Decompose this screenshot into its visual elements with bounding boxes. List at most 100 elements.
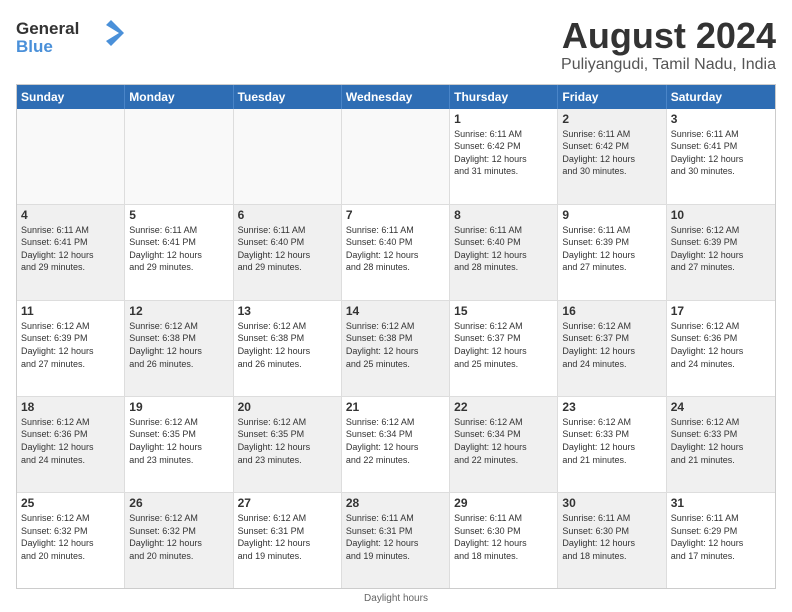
logo: General Blue <box>16 16 126 60</box>
day-info-8: Sunrise: 6:11 AMSunset: 6:40 PMDaylight:… <box>454 224 553 274</box>
cal-cell-2-2: 13 Sunrise: 6:12 AMSunset: 6:38 PMDayligh… <box>234 301 342 396</box>
day-number-29: 29 <box>454 496 553 510</box>
cal-cell-0-6: 3 Sunrise: 6:11 AMSunset: 6:41 PMDaylight… <box>667 109 775 204</box>
day-info-7: Sunrise: 6:11 AMSunset: 6:40 PMDaylight:… <box>346 224 445 274</box>
day-info-29: Sunrise: 6:11 AMSunset: 6:30 PMDaylight:… <box>454 512 553 562</box>
day-number-14: 14 <box>346 304 445 318</box>
header: General Blue August 2024 Puliyangudi, Ta… <box>16 16 776 74</box>
day-info-16: Sunrise: 6:12 AMSunset: 6:37 PMDaylight:… <box>562 320 661 370</box>
day-info-1: Sunrise: 6:11 AMSunset: 6:42 PMDaylight:… <box>454 128 553 178</box>
cal-cell-3-3: 21 Sunrise: 6:12 AMSunset: 6:34 PMDayligh… <box>342 397 450 492</box>
day-number-19: 19 <box>129 400 228 414</box>
cal-cell-3-1: 19Sunrise: 6:12 AMSunset: 6:35 PMDayligh… <box>125 397 233 492</box>
day-info-21: Sunrise: 6:12 AMSunset: 6:34 PMDaylight:… <box>346 416 445 466</box>
day-info-12: Sunrise: 6:12 AMSunset: 6:38 PMDaylight:… <box>129 320 228 370</box>
cal-cell-4-0: 25 Sunrise: 6:12 AMSunset: 6:32 PMDayligh… <box>17 493 125 588</box>
cal-cell-0-2 <box>234 109 342 204</box>
header-cell-tuesday: Tuesday <box>234 85 342 109</box>
cal-cell-4-2: 27 Sunrise: 6:12 AMSunset: 6:31 PMDayligh… <box>234 493 342 588</box>
subtitle: Puliyangudi, Tamil Nadu, India <box>561 56 776 74</box>
footer-note: Daylight hours <box>16 589 776 604</box>
day-info-18: Sunrise: 6:12 AMSunset: 6:36 PMDaylight:… <box>21 416 120 466</box>
day-number-27: 27 <box>238 496 337 510</box>
calendar: SundayMondayTuesdayWednesdayThursdayFrid… <box>16 84 776 589</box>
day-number-22: 22 <box>454 400 553 414</box>
day-number-18: 18 <box>21 400 120 414</box>
day-info-30: Sunrise: 6:11 AMSunset: 6:30 PMDaylight:… <box>562 512 661 562</box>
day-number-21: 21 <box>346 400 445 414</box>
day-info-9: Sunrise: 6:11 AMSunset: 6:39 PMDaylight:… <box>562 224 661 274</box>
svg-text:Blue: Blue <box>16 37 53 56</box>
day-number-3: 3 <box>671 112 771 126</box>
day-info-13: Sunrise: 6:12 AMSunset: 6:38 PMDaylight:… <box>238 320 337 370</box>
cal-cell-1-2: 6 Sunrise: 6:11 AMSunset: 6:40 PMDaylight… <box>234 205 342 300</box>
day-info-26: Sunrise: 6:12 AMSunset: 6:32 PMDaylight:… <box>129 512 228 562</box>
day-number-8: 8 <box>454 208 553 222</box>
day-info-10: Sunrise: 6:12 AMSunset: 6:39 PMDaylight:… <box>671 224 771 274</box>
cal-cell-1-1: 5 Sunrise: 6:11 AMSunset: 6:41 PMDaylight… <box>125 205 233 300</box>
day-info-2: Sunrise: 6:11 AMSunset: 6:42 PMDaylight:… <box>562 128 661 178</box>
day-info-22: Sunrise: 6:12 AMSunset: 6:34 PMDaylight:… <box>454 416 553 466</box>
day-info-6: Sunrise: 6:11 AMSunset: 6:40 PMDaylight:… <box>238 224 337 274</box>
cal-cell-0-3 <box>342 109 450 204</box>
main-title: August 2024 <box>561 16 776 56</box>
cal-cell-2-3: 14 Sunrise: 6:12 AMSunset: 6:38 PMDayligh… <box>342 301 450 396</box>
day-info-28: Sunrise: 6:11 AMSunset: 6:31 PMDaylight:… <box>346 512 445 562</box>
header-cell-thursday: Thursday <box>450 85 558 109</box>
svg-text:General: General <box>16 19 79 38</box>
day-number-24: 24 <box>671 400 771 414</box>
cal-cell-1-0: 4Sunrise: 6:11 AMSunset: 6:41 PMDaylight… <box>17 205 125 300</box>
day-number-11: 11 <box>21 304 120 318</box>
cal-cell-4-6: 31 Sunrise: 6:11 AMSunset: 6:29 PMDayligh… <box>667 493 775 588</box>
cal-cell-4-1: 26 Sunrise: 6:12 AMSunset: 6:32 PMDayligh… <box>125 493 233 588</box>
day-info-20: Sunrise: 6:12 AMSunset: 6:35 PMDaylight:… <box>238 416 337 466</box>
day-info-27: Sunrise: 6:12 AMSunset: 6:31 PMDaylight:… <box>238 512 337 562</box>
day-info-11: Sunrise: 6:12 AMSunset: 6:39 PMDaylight:… <box>21 320 120 370</box>
day-info-15: Sunrise: 6:12 AMSunset: 6:37 PMDaylight:… <box>454 320 553 370</box>
day-number-16: 16 <box>562 304 661 318</box>
cal-cell-0-5: 2 Sunrise: 6:11 AMSunset: 6:42 PMDaylight… <box>558 109 666 204</box>
logo-svg: General Blue <box>16 16 126 60</box>
logo-image: General Blue <box>16 16 126 60</box>
day-number-15: 15 <box>454 304 553 318</box>
cal-cell-4-3: 28Sunrise: 6:11 AMSunset: 6:31 PMDayligh… <box>342 493 450 588</box>
day-number-13: 13 <box>238 304 337 318</box>
calendar-header: SundayMondayTuesdayWednesdayThursdayFrid… <box>17 85 775 109</box>
day-number-5: 5 <box>129 208 228 222</box>
cal-cell-4-4: 29 Sunrise: 6:11 AMSunset: 6:30 PMDayligh… <box>450 493 558 588</box>
day-number-1: 1 <box>454 112 553 126</box>
cal-cell-1-4: 8 Sunrise: 6:11 AMSunset: 6:40 PMDaylight… <box>450 205 558 300</box>
day-info-3: Sunrise: 6:11 AMSunset: 6:41 PMDaylight:… <box>671 128 771 178</box>
cal-cell-2-1: 12 Sunrise: 6:12 AMSunset: 6:38 PMDayligh… <box>125 301 233 396</box>
day-info-17: Sunrise: 6:12 AMSunset: 6:36 PMDaylight:… <box>671 320 771 370</box>
day-number-4: 4 <box>21 208 120 222</box>
day-number-17: 17 <box>671 304 771 318</box>
day-info-5: Sunrise: 6:11 AMSunset: 6:41 PMDaylight:… <box>129 224 228 274</box>
title-block: August 2024 Puliyangudi, Tamil Nadu, Ind… <box>561 16 776 74</box>
day-number-31: 31 <box>671 496 771 510</box>
cal-cell-1-3: 7Sunrise: 6:11 AMSunset: 6:40 PMDaylight… <box>342 205 450 300</box>
day-number-25: 25 <box>21 496 120 510</box>
page: General Blue August 2024 Puliyangudi, Ta… <box>0 0 792 612</box>
day-number-26: 26 <box>129 496 228 510</box>
day-number-12: 12 <box>129 304 228 318</box>
day-number-2: 2 <box>562 112 661 126</box>
cal-cell-0-0 <box>17 109 125 204</box>
day-info-25: Sunrise: 6:12 AMSunset: 6:32 PMDaylight:… <box>21 512 120 562</box>
day-number-6: 6 <box>238 208 337 222</box>
day-info-31: Sunrise: 6:11 AMSunset: 6:29 PMDaylight:… <box>671 512 771 562</box>
day-info-14: Sunrise: 6:12 AMSunset: 6:38 PMDaylight:… <box>346 320 445 370</box>
cal-cell-2-6: 17 Sunrise: 6:12 AMSunset: 6:36 PMDayligh… <box>667 301 775 396</box>
header-cell-sunday: Sunday <box>17 85 125 109</box>
cal-cell-2-0: 11 Sunrise: 6:12 AMSunset: 6:39 PMDayligh… <box>17 301 125 396</box>
header-cell-saturday: Saturday <box>667 85 775 109</box>
cal-cell-4-5: 30Sunrise: 6:11 AMSunset: 6:30 PMDayligh… <box>558 493 666 588</box>
day-number-9: 9 <box>562 208 661 222</box>
cal-cell-3-4: 22 Sunrise: 6:12 AMSunset: 6:34 PMDayligh… <box>450 397 558 492</box>
cal-row-4: 25 Sunrise: 6:12 AMSunset: 6:32 PMDayligh… <box>17 493 775 588</box>
cal-row-0: 1 Sunrise: 6:11 AMSunset: 6:42 PMDaylight… <box>17 109 775 205</box>
cal-cell-2-4: 15 Sunrise: 6:12 AMSunset: 6:37 PMDayligh… <box>450 301 558 396</box>
day-number-20: 20 <box>238 400 337 414</box>
header-cell-monday: Monday <box>125 85 233 109</box>
cal-cell-0-4: 1 Sunrise: 6:11 AMSunset: 6:42 PMDaylight… <box>450 109 558 204</box>
